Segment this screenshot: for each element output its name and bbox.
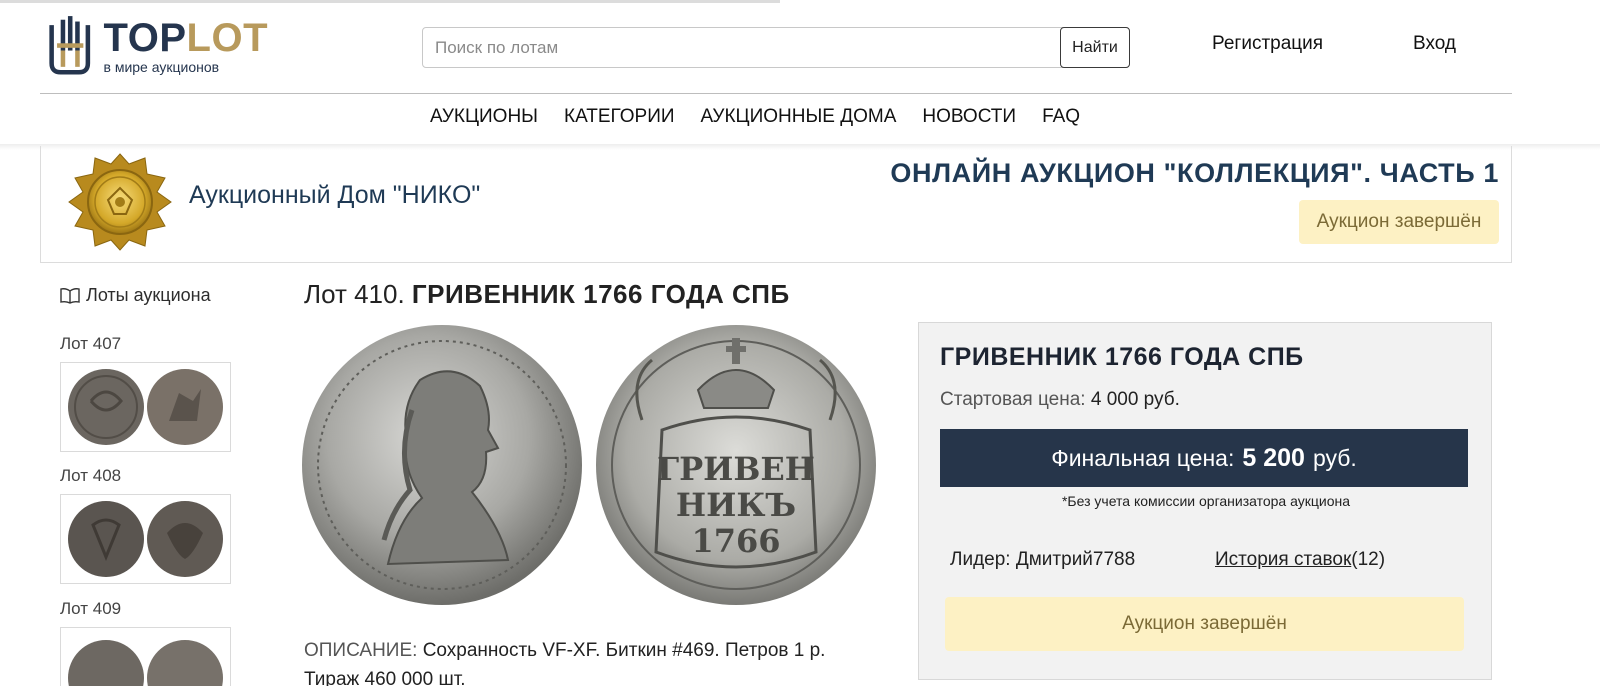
start-price-value: 4 000 руб.: [1090, 389, 1180, 410]
lot-status-badge: Аукцион завершён: [945, 597, 1464, 651]
main-nav: АУКЦИОНЫ КАТЕГОРИИ АУКЦИОННЫЕ ДОМА НОВОС…: [430, 106, 1080, 128]
search-form: Найти: [422, 27, 1130, 68]
sidebar-lot-label[interactable]: Лот 407: [60, 334, 121, 354]
bid-history-link[interactable]: История ставок: [1215, 549, 1351, 570]
commission-note: *Без учета комиссии организатора аукцион…: [1061, 493, 1351, 509]
sidebar-heading[interactable]: Лоты аукциона: [60, 285, 211, 306]
start-price: Стартовая цена: 4 000 руб.: [940, 389, 1180, 411]
svg-text:1766: 1766: [691, 522, 780, 560]
final-price-value: 5 200: [1242, 443, 1305, 472]
description-label: ОПИСАНИЕ:: [304, 640, 418, 661]
auction-status-badge: Аукцион завершён: [1299, 200, 1499, 244]
auction-house-logo[interactable]: [67, 152, 173, 252]
search-button[interactable]: Найти: [1060, 27, 1130, 68]
nav-item-news[interactable]: НОВОСТИ: [922, 106, 1016, 128]
svg-text:ГРИВЕН: ГРИВЕН: [657, 450, 815, 488]
svg-text:НИКЪ: НИКЪ: [676, 486, 796, 524]
price-panel-title: ГРИВЕННИК 1766 ГОДА СПБ: [940, 343, 1304, 371]
nav-item-categories[interactable]: КАТЕГОРИИ: [564, 106, 675, 128]
search-input[interactable]: [423, 28, 1060, 67]
sidebar-lot-label[interactable]: Лот 408: [60, 466, 121, 486]
sidebar-heading-label: Лоты аукциона: [86, 285, 211, 305]
leader-info: Лидер: Дмитрий7788: [950, 549, 1135, 571]
final-price-currency: руб.: [1312, 444, 1357, 471]
logo-tagline: в мире аукционов: [103, 59, 220, 75]
register-link[interactable]: Регистрация: [1212, 33, 1323, 55]
auction-house-name[interactable]: Аукционный Дом "НИКО": [189, 181, 480, 210]
logo-title: TOPLOT: [103, 16, 268, 60]
sidebar-lot-thumbnail[interactable]: [60, 494, 231, 584]
lot-description: ОПИСАНИЕ: Сохранность VF-XF. Биткин #469…: [304, 636, 884, 686]
price-panel: ГРИВЕННИК 1766 ГОДА СПБ Стартовая цена: …: [918, 322, 1492, 680]
leader-value: Дмитрий7788: [1015, 549, 1136, 570]
lot-number: Лот 410.: [304, 279, 405, 309]
lot-heading: Лот 410. ГРИВЕННИК 1766 ГОДА СПБ: [304, 279, 790, 310]
nav-item-auction-houses[interactable]: АУКЦИОННЫЕ ДОМА: [701, 106, 897, 128]
lot-title: ГРИВЕННИК 1766 ГОДА СПБ: [411, 279, 790, 309]
sidebar-lot-label[interactable]: Лот 409: [60, 599, 121, 619]
final-price-bar: Финальная цена: 5 200 руб.: [940, 429, 1468, 487]
final-price-label: Финальная цена:: [1051, 444, 1235, 471]
sidebar-lot-thumbnail[interactable]: [60, 627, 231, 686]
sidebar-lot-thumbnail[interactable]: [60, 362, 231, 452]
lot-coin-image[interactable]: ГРИВЕН НИКЪ 1766: [302, 320, 878, 610]
top-line: [0, 0, 780, 3]
start-price-label: Стартовая цена:: [940, 389, 1086, 410]
leader-label: Лидер:: [950, 549, 1011, 570]
bid-history-count: (12): [1351, 549, 1386, 570]
toplot-logo[interactable]: TOPLOT в мире аукционов: [48, 12, 268, 80]
login-link[interactable]: Вход: [1413, 33, 1456, 55]
bid-history: История ставок(12): [1215, 549, 1385, 571]
auction-title: ОНЛАЙН АУКЦИОН "КОЛЛЕКЦИЯ". ЧАСТЬ 1: [890, 158, 1499, 188]
book-icon: [60, 287, 80, 304]
header-divider: [40, 93, 1512, 94]
auction-house-banner: Аукционный Дом "НИКО" ОНЛАЙН АУКЦИОН "КО…: [40, 146, 1512, 263]
logo-mark-icon: [49, 16, 91, 75]
nav-item-faq[interactable]: FAQ: [1042, 106, 1080, 128]
nav-item-auctions[interactable]: АУКЦИОНЫ: [430, 106, 538, 128]
